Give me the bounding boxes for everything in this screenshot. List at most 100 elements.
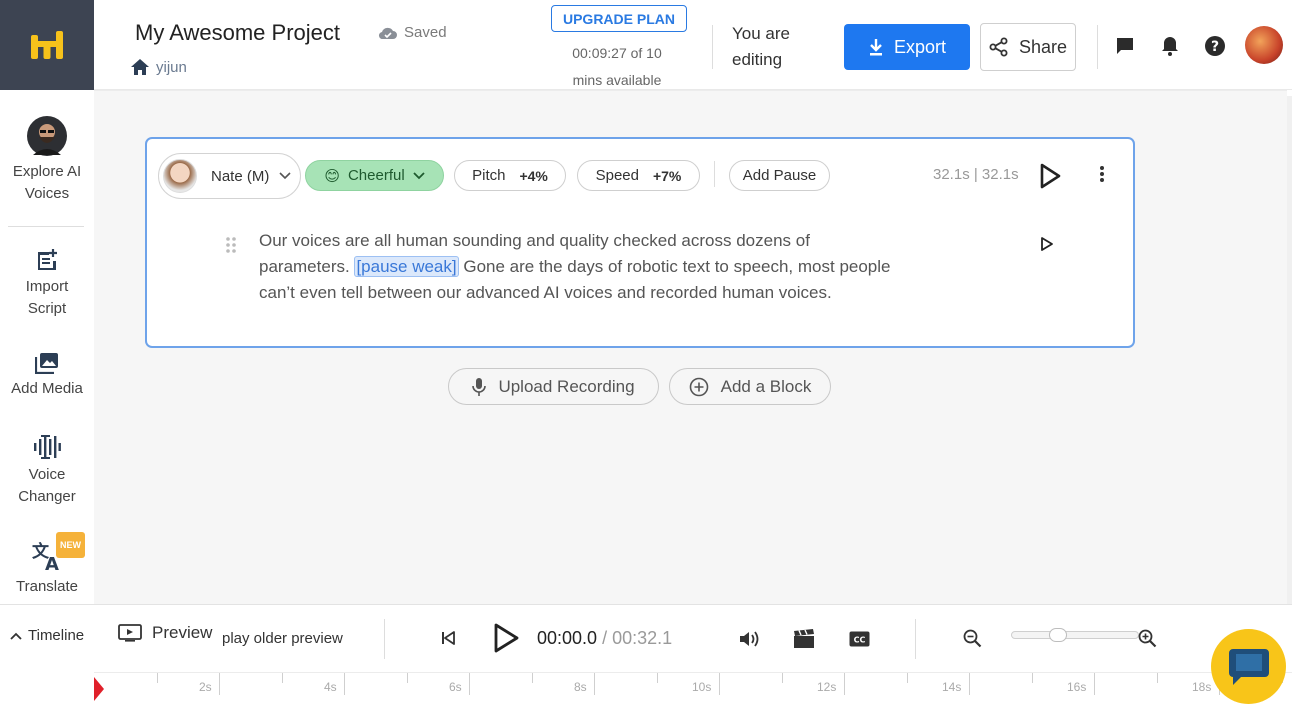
editing-line1: You are <box>732 24 790 43</box>
chevron-down-icon <box>279 172 291 180</box>
script-text[interactable]: Our voices are all human sounding and qu… <box>259 228 899 306</box>
zoom-out-icon <box>963 629 982 648</box>
ruler-tick <box>1032 673 1033 683</box>
add-block-label: Add a Block <box>720 376 812 396</box>
minutes-available: 00:09:27 of 10 mins available <box>555 40 679 94</box>
total-time: 00:32.1 <box>612 628 673 648</box>
share-label: Share <box>1018 36 1068 57</box>
ruler-tick <box>907 673 908 683</box>
block-menu-button[interactable] <box>1099 165 1105 188</box>
script-block[interactable]: Nate (M) 😊 Cheerful Pitch +4% Speed +7% … <box>145 137 1135 348</box>
ruler-tick-label: 18s <box>1192 680 1212 694</box>
minutes-used: 00:09:27 of 10 <box>572 45 662 61</box>
voice-selector[interactable]: Nate (M) <box>158 153 301 199</box>
ruler-tick <box>344 673 345 695</box>
sidebar-label: Voice <box>28 466 66 483</box>
top-bar: My Awesome Project Saved yijun UPGRADE P… <box>0 0 1292 90</box>
help-icon[interactable]: ? <box>1204 35 1226 57</box>
import-script-icon <box>38 249 57 270</box>
emotion-selector[interactable]: 😊 Cheerful <box>305 160 444 191</box>
comments-icon[interactable] <box>1114 35 1136 57</box>
ruler-tick-label: 16s <box>1067 680 1087 694</box>
export-button[interactable]: Export <box>844 24 970 70</box>
microphone-icon <box>472 377 487 396</box>
zoom-in-icon <box>1138 629 1157 648</box>
zoom-out-button[interactable] <box>963 629 982 648</box>
pause-tag[interactable]: [pause weak] <box>354 256 459 277</box>
preview-button[interactable]: Preview <box>118 623 217 643</box>
emotion-label: Cheerful <box>347 167 405 184</box>
add-block-button[interactable]: Add a Block <box>669 368 831 405</box>
ruler-tick <box>157 673 158 683</box>
older-preview-link[interactable]: play older preview <box>222 630 372 647</box>
add-pause-button[interactable]: Add Pause <box>729 160 830 191</box>
chat-support-button[interactable] <box>1211 629 1286 704</box>
breadcrumb-user[interactable]: yijun <box>156 59 187 76</box>
svg-text:?: ? <box>1211 39 1219 55</box>
sidebar-item-import-script[interactable]: Import Script <box>0 248 94 320</box>
upload-recording-button[interactable]: Upload Recording <box>448 368 659 405</box>
ruler-tick-label: 14s <box>942 680 962 694</box>
divider <box>915 619 916 659</box>
volume-icon <box>740 631 759 647</box>
share-button[interactable]: Share <box>980 23 1076 71</box>
svg-text:CC: CC <box>854 636 866 645</box>
sidebar-label: Changer <box>18 488 76 505</box>
user-avatar[interactable] <box>1245 26 1283 64</box>
timeline-label: Timeline <box>28 627 85 644</box>
preview-screen-icon <box>118 624 142 642</box>
saved-status: Saved <box>378 24 447 41</box>
zoom-slider[interactable] <box>1011 628 1139 642</box>
sidebar-label: Explore AI <box>12 163 82 180</box>
chevron-up-icon <box>10 632 22 640</box>
drag-handle-icon[interactable] <box>225 236 237 259</box>
ruler-tick <box>782 673 783 683</box>
play-block-button[interactable] <box>1039 163 1061 194</box>
play-button[interactable] <box>492 622 520 654</box>
ruler-tick <box>282 673 283 683</box>
more-vertical-icon <box>1100 166 1104 182</box>
breadcrumb[interactable]: yijun <box>130 58 187 76</box>
ruler-tick <box>657 673 658 683</box>
timeline-ruler[interactable]: 2s 4s 6s 8s 10s 12s 14s 16s 18s <box>94 672 1292 704</box>
sidebar-item-add-media[interactable]: Add Media <box>0 352 94 400</box>
current-time: 00:00.0 <box>537 628 598 648</box>
zoom-slider-thumb[interactable] <box>1049 628 1067 642</box>
sidebar-label: Add Media <box>11 380 83 397</box>
zoom-in-button[interactable] <box>1138 629 1157 648</box>
divider <box>384 619 385 659</box>
download-icon <box>869 39 882 56</box>
closed-captions-icon: CC <box>849 631 870 647</box>
skip-to-start-button[interactable] <box>440 630 456 646</box>
speed-control[interactable]: Speed +7% <box>577 160 700 191</box>
workspace-scrollbar[interactable] <box>1287 96 1292 604</box>
chevron-down-icon <box>413 171 425 179</box>
saved-label: Saved <box>404 24 447 41</box>
divider <box>1097 25 1098 69</box>
ruler-tick <box>594 673 595 695</box>
sidebar-item-translate[interactable]: 文 A NEW Translate <box>0 532 94 598</box>
pitch-control[interactable]: Pitch +4% <box>454 160 566 191</box>
play-paragraph-button[interactable] <box>1040 236 1054 257</box>
notifications-bell-icon[interactable] <box>1159 35 1181 57</box>
upgrade-plan-button[interactable]: UPGRADE PLAN <box>551 5 687 32</box>
cloud-check-icon <box>378 27 397 39</box>
play-icon <box>1041 237 1053 251</box>
sidebar: Explore AI Voices Import Script Add Medi… <box>0 90 94 604</box>
transport-bar: Timeline play older preview Preview 00:0… <box>0 604 1292 672</box>
play-icon <box>494 623 519 653</box>
sidebar-item-voice-changer[interactable]: Voice Changer <box>0 434 94 508</box>
ruler-tick-label: 4s <box>324 680 337 694</box>
video-button[interactable] <box>793 629 815 649</box>
app-logo[interactable] <box>0 0 94 90</box>
captions-button[interactable]: CC <box>849 631 870 647</box>
playhead-marker[interactable] <box>94 677 104 701</box>
timeline-toggle[interactable]: Timeline <box>10 627 84 644</box>
project-title[interactable]: My Awesome Project <box>135 20 340 46</box>
skip-back-icon <box>442 631 455 645</box>
ruler-tick <box>1094 673 1095 695</box>
sidebar-item-explore-ai-voices[interactable]: Explore AI Voices <box>0 115 94 205</box>
volume-button[interactable] <box>739 630 761 648</box>
divider <box>712 25 713 69</box>
sidebar-label: Script <box>27 300 67 317</box>
